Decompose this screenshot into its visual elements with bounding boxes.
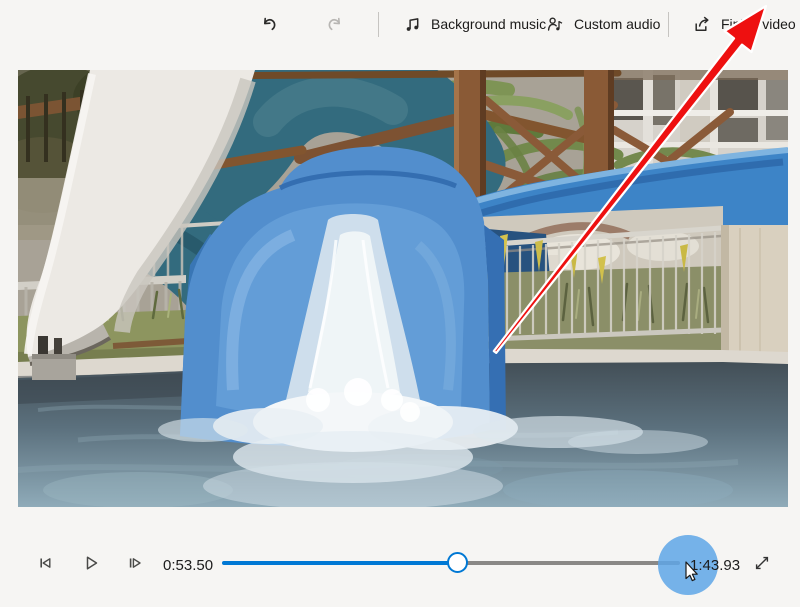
- video-preview[interactable]: [18, 70, 788, 507]
- fullscreen-expand-icon: [752, 553, 772, 573]
- seek-handle[interactable]: [447, 552, 468, 573]
- previous-frame-button[interactable]: [37, 554, 55, 575]
- person-audio-icon: [546, 15, 565, 34]
- music-note-icon: [404, 15, 422, 33]
- previous-frame-icon: [37, 554, 55, 572]
- undo-button[interactable]: [259, 8, 278, 40]
- current-time: 0:53.50: [163, 557, 213, 574]
- toolbar-divider: [668, 12, 669, 37]
- undo-icon: [259, 15, 278, 34]
- fullscreen-button[interactable]: [752, 553, 772, 576]
- background-music-label: Background music: [431, 16, 546, 32]
- finish-video-label: Finish video: [721, 16, 796, 32]
- redo-button[interactable]: [326, 8, 345, 40]
- next-frame-icon: [126, 554, 144, 572]
- toolbar: Background music Custom audio Finish vid…: [0, 0, 800, 50]
- play-button[interactable]: [81, 553, 101, 576]
- seek-bar-remaining[interactable]: [458, 561, 680, 565]
- total-time: 1:43.93: [690, 557, 740, 574]
- next-frame-button[interactable]: [126, 554, 144, 575]
- finish-video-button[interactable]: Finish video: [692, 8, 796, 40]
- video-frame-scene: [18, 70, 788, 507]
- share-export-icon: [692, 14, 712, 34]
- play-icon: [81, 553, 101, 573]
- seek-bar-played[interactable]: [222, 561, 458, 565]
- custom-audio-button[interactable]: Custom audio: [546, 8, 660, 40]
- redo-icon: [326, 15, 345, 34]
- photos-video-editor: Background music Custom audio Finish vid…: [0, 0, 800, 607]
- toolbar-divider: [378, 12, 379, 37]
- background-music-button[interactable]: Background music: [404, 8, 546, 40]
- custom-audio-label: Custom audio: [574, 16, 660, 32]
